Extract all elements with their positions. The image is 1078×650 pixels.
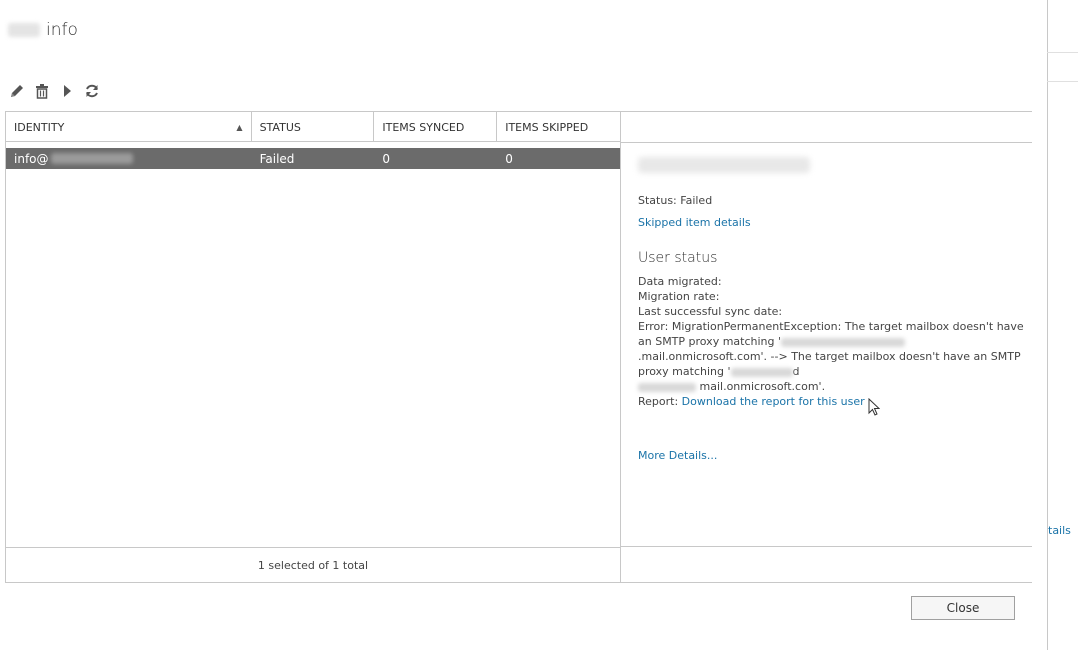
redacted-address [730,367,793,377]
column-items-skipped[interactable]: ITEMS SKIPPED [497,112,620,142]
dialog-title: info [8,20,78,40]
skipped-item-details-link[interactable]: Skipped item details [638,216,751,229]
user-status-heading: User status [638,250,718,266]
report-line: Report: Download the report for this use… [638,395,865,408]
redacted-name [8,23,40,37]
trash-icon[interactable] [33,82,50,99]
background-panel [1047,0,1078,650]
more-details-link[interactable]: More Details... [638,449,717,462]
details-pane: Status: Failed Skipped item details User… [621,111,1032,583]
selection-count: 1 selected of 1 total [6,547,620,582]
column-items-synced[interactable]: ITEMS SYNCED [374,112,498,142]
data-migrated: Data migrated: [638,275,722,288]
grid-header: IDENTITY ▲ STATUS ITEMS SYNCED ITEMS SKI… [6,112,620,142]
migration-user-list: IDENTITY ▲ STATUS ITEMS SYNCED ITEMS SKI… [5,111,621,583]
redacted-address [781,337,906,347]
redacted-email [638,157,810,173]
column-identity[interactable]: IDENTITY ▲ [6,112,252,142]
redacted-address [638,382,696,392]
sort-ascending-icon: ▲ [236,122,243,132]
details-footer-divider [621,546,1032,547]
mouse-cursor-icon [868,397,881,420]
background-partial-link[interactable]: tails [1048,524,1071,537]
cell-items-synced: 0 [382,151,391,166]
cell-items-skipped: 0 [505,151,513,166]
pencil-icon[interactable] [8,82,25,99]
migration-user-info-dialog: tails info IDENTITY ▲ STATUS ITEMS SYNCE… [0,0,1078,650]
grid-rows: info@ Failed 0 0 [6,148,620,169]
last-sync-date: Last successful sync date: [638,305,783,318]
table-row[interactable]: info@ Failed 0 0 [6,148,620,169]
toolbar [8,82,100,99]
details-header-divider [621,142,1032,143]
background-divider [1047,52,1078,82]
details-status: Status: Failed [638,194,713,207]
redacted-domain [50,153,133,164]
error-message: Error: MigrationPermanentException: The … [638,320,1024,393]
play-icon[interactable] [58,82,75,99]
download-report-link[interactable]: Download the report for this user [682,395,865,408]
refresh-icon[interactable] [83,82,100,99]
cell-status: Failed [259,151,295,166]
migration-rate: Migration rate: [638,290,720,303]
title-text: info [46,20,78,40]
close-button[interactable]: Close [911,596,1015,620]
cell-identity: info@ [6,152,252,166]
details-body: Status: Failed Skipped item details User… [638,157,1030,463]
column-status[interactable]: STATUS [252,112,375,142]
